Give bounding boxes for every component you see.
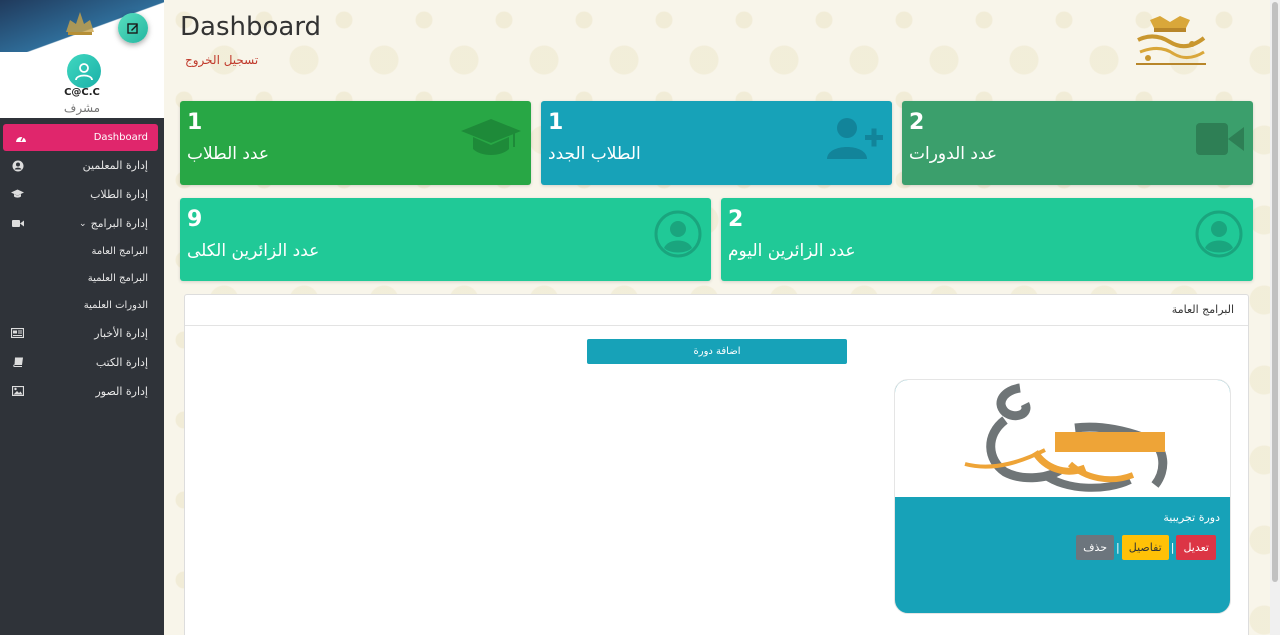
- stat-label: الطلاب الجدد: [548, 144, 641, 164]
- sidebar-item-label: إدارة الأخبار: [94, 327, 148, 340]
- user-circle-icon: [12, 160, 24, 172]
- sidebar-nav: Dashboard إدارة المعلمين إدارة الطلاب إد…: [0, 118, 164, 406]
- edit-course-button[interactable]: تعديل: [1176, 535, 1216, 560]
- delete-course-button[interactable]: حذف: [1076, 535, 1115, 560]
- sidebar-item-teachers[interactable]: إدارة المعلمين: [0, 151, 164, 180]
- sidebar-item-label: Dashboard: [93, 132, 148, 143]
- stat-card-students[interactable]: 1 عدد الطلاب: [180, 101, 531, 185]
- edit-icon: [127, 19, 139, 38]
- course-actions: تعديل | تفاصيل | حذف: [1076, 535, 1216, 560]
- stat-label: عدد الزائرين اليوم: [728, 241, 856, 261]
- stat-value: 1: [187, 110, 203, 135]
- sidebar-item-label: إدارة الصور: [95, 385, 148, 398]
- user-circle-icon: [654, 210, 702, 262]
- chevron-down-icon: ⌄: [79, 218, 87, 229]
- newspaper-icon: [10, 327, 25, 339]
- panel-title: البرامج العامة: [185, 295, 1248, 326]
- sidebar-item-news[interactable]: إدارة الأخبار: [0, 319, 164, 348]
- image-icon: [11, 385, 25, 397]
- separator: |: [1170, 541, 1175, 554]
- graduation-cap-icon: [461, 119, 521, 165]
- user-role: مشرف: [63, 101, 101, 115]
- sidebar-item-label: إدارة المعلمين: [82, 159, 148, 172]
- sidebar-item-books[interactable]: إدارة الكتب: [0, 348, 164, 377]
- edit-profile-button[interactable]: [118, 13, 148, 43]
- sidebar-item-label: إدارة البرامج: [90, 217, 148, 230]
- stat-value: 2: [728, 207, 744, 232]
- stat-card-total-visitors[interactable]: 9 عدد الزائرين الكلى: [180, 198, 711, 281]
- graduation-cap-icon: [11, 189, 24, 200]
- stat-label: عدد الطلاب: [187, 144, 270, 164]
- stat-value: 1: [548, 110, 564, 135]
- sidebar-item-students[interactable]: إدارة الطلاب: [0, 180, 164, 209]
- sidebar-item-label: إدارة الطلاب: [90, 188, 148, 201]
- sidebar-item-label: الدورات العلمية: [83, 300, 148, 311]
- course-details-button[interactable]: تفاصيل: [1121, 535, 1169, 560]
- stat-card-today-visitors[interactable]: 2 عدد الزائرين اليوم: [721, 198, 1253, 281]
- stat-label: عدد الزائرين الكلى: [187, 241, 320, 261]
- scrollbar-thumb[interactable]: [1272, 2, 1278, 582]
- sidebar: C@C.C مشرف Dashboard إدارة المعلمين إدار…: [0, 0, 164, 635]
- dashboard-icon: [15, 133, 27, 144]
- sidebar-subitem-scientific-courses[interactable]: الدورات العلمية: [0, 292, 164, 319]
- sidebar-logo: [62, 6, 98, 38]
- user-circle-icon: [1195, 210, 1243, 262]
- stat-card-new-students[interactable]: 1 الطلاب الجدد: [541, 101, 892, 185]
- sidebar-item-dashboard[interactable]: Dashboard: [3, 124, 158, 151]
- separator: |: [1116, 541, 1120, 554]
- stat-card-courses[interactable]: 2 عدد الدورات: [902, 101, 1253, 185]
- sidebar-subitem-general-programs[interactable]: البرامج العامة: [0, 238, 164, 265]
- video-icon: [12, 218, 24, 229]
- video-icon: [1196, 121, 1244, 161]
- sidebar-subitem-scientific-programs[interactable]: البرامج العلمية: [0, 265, 164, 292]
- sidebar-item-label: البرامج العلمية: [87, 273, 148, 284]
- sidebar-item-programs[interactable]: إدارة البرامج ⌄: [0, 209, 164, 238]
- stat-label: عدد الدورات: [909, 144, 998, 164]
- add-course-button[interactable]: اضافة دورة: [587, 339, 847, 364]
- sidebar-item-images[interactable]: إدارة الصور: [0, 377, 164, 406]
- course-card: دورة تجريبية تعديل | تفاصيل | حذف: [894, 379, 1231, 614]
- course-name: دورة تجريبية: [1163, 511, 1220, 524]
- sidebar-item-label: البرامج العامة: [91, 246, 148, 257]
- avatar[interactable]: [67, 54, 101, 88]
- page-title: Dashboard: [180, 12, 322, 42]
- sidebar-header: C@C.C مشرف: [0, 0, 164, 118]
- user-icon: [75, 63, 93, 81]
- book-icon: [12, 357, 24, 368]
- logout-link[interactable]: تسجيل الخروج: [185, 53, 258, 67]
- academy-logo: [1130, 14, 1212, 72]
- page-scrollbar[interactable]: [1270, 0, 1280, 635]
- user-name: C@C.C: [64, 87, 100, 98]
- stat-value: 2: [909, 110, 925, 135]
- sidebar-item-label: إدارة الكتب: [95, 356, 148, 369]
- user-plus-icon: [827, 117, 883, 165]
- general-programs-panel: البرامج العامة اضافة دورة دورة تجريبية ت…: [184, 294, 1249, 635]
- stat-value: 9: [187, 207, 203, 232]
- course-image: [895, 380, 1230, 497]
